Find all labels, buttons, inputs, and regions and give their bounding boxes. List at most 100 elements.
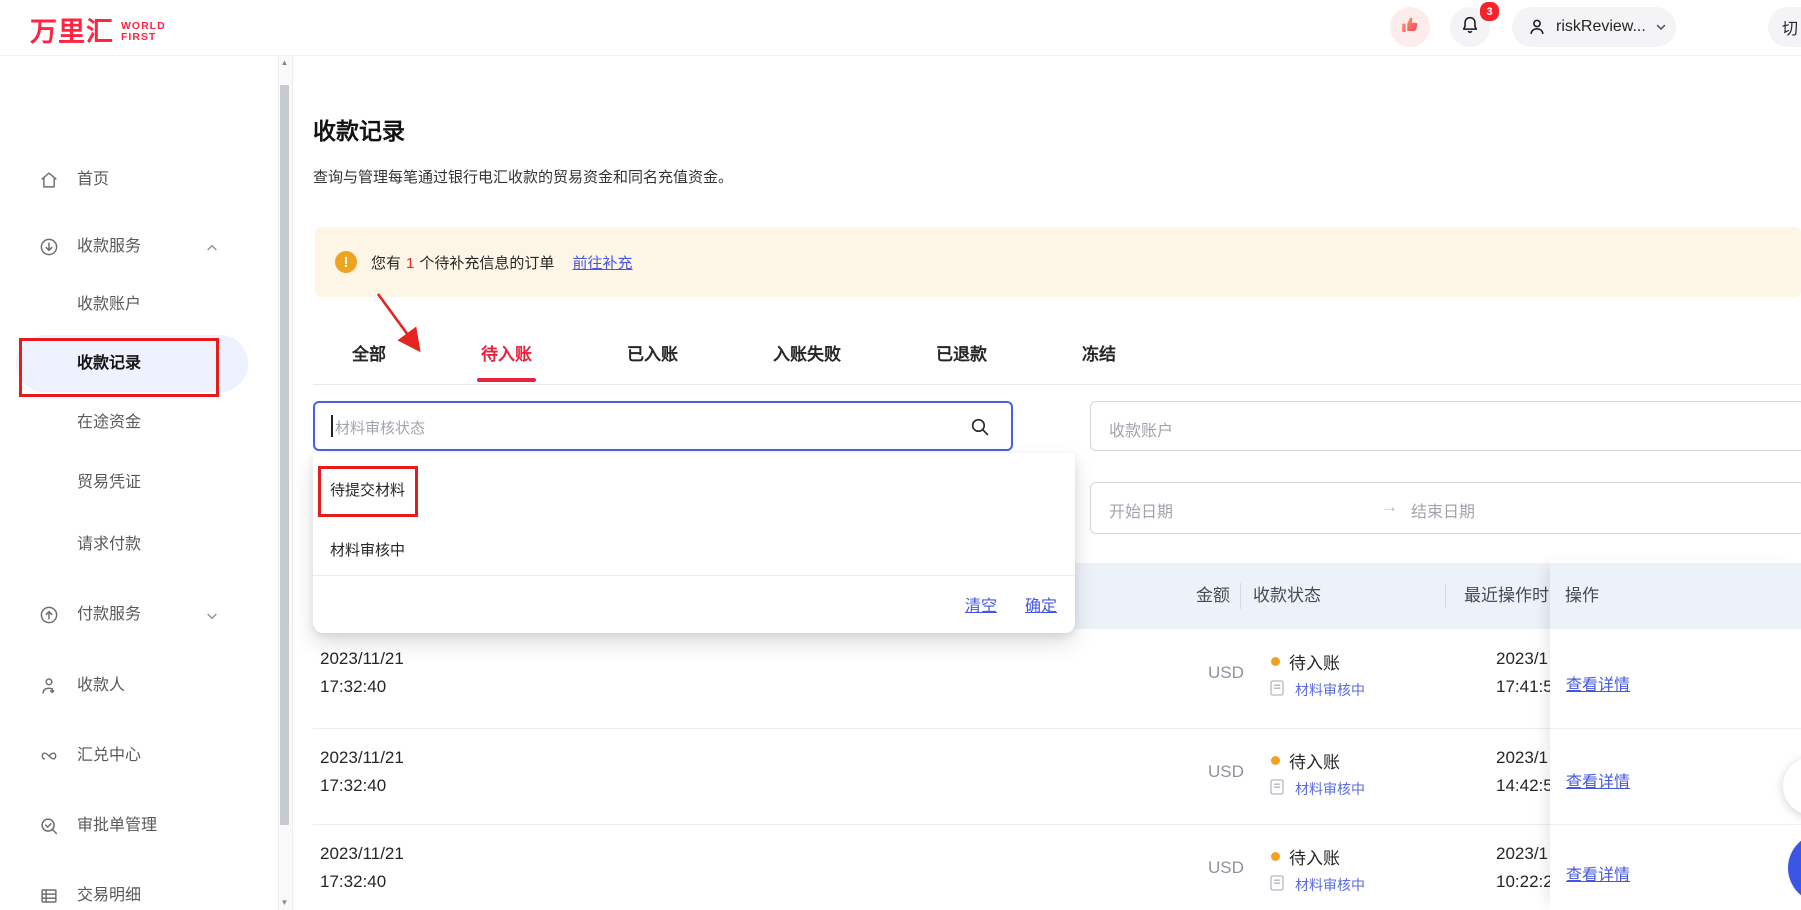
status-dot: [1271, 852, 1280, 861]
banner-text: 您有1个待补充信息的订单 前往补充: [371, 252, 633, 273]
tabs-divider: [313, 384, 1801, 385]
sidebar-item-payment-services[interactable]: 付款服务: [0, 593, 278, 637]
warning-icon: !: [335, 251, 357, 273]
clear-button[interactable]: 清空: [965, 592, 997, 616]
row-material-status[interactable]: 材料审核中: [1295, 779, 1365, 799]
user-name: riskReview...: [1556, 18, 1646, 36]
row-material-status[interactable]: 材料审核中: [1295, 875, 1365, 895]
bell-icon: [1459, 14, 1481, 41]
document-icon: [1270, 875, 1284, 891]
row-op-date: 2023/1: [1496, 649, 1548, 669]
redacted-area: [600, 666, 707, 688]
sidebar-item-approval-management[interactable]: 审批单管理: [0, 804, 278, 848]
header-divider: [1445, 583, 1446, 609]
row-time: 17:32:40: [320, 872, 386, 892]
sidebar-scrollbar[interactable]: ▲ ▼: [278, 55, 293, 910]
sidebar-item-funds-in-transit[interactable]: 在途资金: [0, 401, 278, 445]
tab-pending-credit[interactable]: 待入账: [481, 340, 532, 374]
row-status: 待入账: [1289, 844, 1340, 869]
end-date-placeholder: 结束日期: [1411, 498, 1475, 522]
chevron-down-icon: [204, 608, 220, 624]
tab-frozen[interactable]: 冻结: [1082, 340, 1116, 374]
switch-account-label: 切: [1782, 15, 1798, 39]
document-icon: [1270, 680, 1284, 696]
sidebar-item-home[interactable]: 首页: [0, 158, 278, 202]
redacted-area: [408, 653, 503, 683]
payment-services-icon: [38, 604, 60, 626]
app-screen: 万里汇 WORLDFIRST 3: [0, 0, 1801, 910]
user-menu[interactable]: riskReview...: [1512, 7, 1676, 47]
confirm-button[interactable]: 确定: [1025, 592, 1057, 616]
sidebar: 首页 收款服务 收款账户 收款记录 在途资金 贸易凭证 请求付款: [0, 55, 278, 910]
page-title: 收款记录: [313, 112, 405, 146]
tab-all[interactable]: 全部: [352, 340, 386, 374]
material-status-placeholder: 材料审核状态: [335, 417, 425, 438]
row-op-date: 2023/1: [1496, 844, 1548, 864]
pending-count: 1: [406, 255, 414, 272]
worldfirst-logo[interactable]: 万里汇 WORLDFIRST: [30, 10, 166, 49]
row-time: 17:32:40: [320, 677, 386, 697]
row-time: 17:32:40: [320, 776, 386, 796]
header-amount: 金额: [1150, 563, 1230, 629]
switch-account-button[interactable]: 切: [1768, 7, 1801, 47]
start-date-placeholder: 开始日期: [1109, 498, 1173, 522]
sidebar-item-trade-documents[interactable]: 贸易凭证: [0, 461, 278, 505]
material-status-combobox[interactable]: 材料审核状态: [313, 401, 1013, 451]
row-date: 2023/11/21: [320, 844, 404, 864]
status-dot: [1271, 756, 1280, 765]
row-status: 待入账: [1289, 748, 1340, 773]
row-op-time: 10:22:2: [1496, 872, 1553, 892]
document-icon: [1270, 779, 1284, 795]
view-details-link[interactable]: 查看详情: [1566, 768, 1630, 792]
logo-en-text: WORLDFIRST: [121, 21, 166, 43]
row-date: 2023/11/21: [320, 748, 404, 768]
collection-account-placeholder: 收款账户: [1109, 417, 1173, 441]
tab-refunded[interactable]: 已退款: [936, 340, 987, 374]
header-divider: [1240, 583, 1241, 609]
user-icon: [1526, 16, 1548, 38]
row-currency: USD: [1208, 663, 1244, 683]
sidebar-item-exchange-center[interactable]: 汇兑中心: [0, 734, 278, 778]
row-material-status[interactable]: 材料审核中: [1295, 680, 1365, 700]
dropdown-option-under-review[interactable]: 材料审核中: [313, 527, 1075, 571]
sidebar-item-collection-records[interactable]: 收款记录: [0, 342, 278, 386]
sidebar-item-collection-accounts[interactable]: 收款账户: [0, 283, 278, 327]
dropdown-option-pending-submit[interactable]: 待提交材料: [313, 467, 1075, 511]
row-op-time: 17:41:5: [1496, 677, 1553, 697]
pending-info-banner: ! 您有1个待补充信息的订单 前往补充: [315, 227, 1801, 297]
row-status: 待入账: [1289, 649, 1340, 674]
sidebar-item-request-payment[interactable]: 请求付款: [0, 523, 278, 567]
header-status: 收款状态: [1253, 563, 1321, 629]
scrollbar-thumb[interactable]: [280, 85, 289, 825]
exchange-icon: [38, 745, 60, 767]
status-dot: [1271, 657, 1280, 666]
date-range-input[interactable]: 开始日期 → 结束日期: [1090, 482, 1801, 534]
collection-services-icon: [38, 236, 60, 258]
collection-account-input[interactable]: 收款账户: [1090, 401, 1801, 451]
row-divider: [1550, 824, 1801, 825]
like-button[interactable]: [1390, 7, 1430, 47]
thumbs-up-icon: [1399, 14, 1421, 41]
swap-right-icon: →: [1381, 497, 1398, 517]
topbar: 万里汇 WORLDFIRST 3: [0, 0, 1801, 56]
search-icon: [969, 416, 991, 438]
row-divider: [1550, 728, 1801, 729]
logo-cn-text: 万里汇: [30, 10, 114, 49]
text-caret: [331, 415, 333, 437]
row-currency: USD: [1208, 762, 1244, 782]
scroll-up-icon[interactable]: ▲: [279, 58, 290, 67]
view-details-link[interactable]: 查看详情: [1566, 861, 1630, 885]
view-details-link[interactable]: 查看详情: [1566, 671, 1630, 695]
chevron-up-icon: [204, 240, 220, 256]
tab-credit-failed[interactable]: 入账失败: [773, 340, 841, 374]
notification-badge: 3: [1478, 0, 1501, 23]
sidebar-item-collection-services[interactable]: 收款服务: [0, 225, 278, 269]
row-date: 2023/11/21: [320, 649, 404, 669]
sidebar-item-payees[interactable]: 收款人: [0, 664, 278, 708]
payee-icon: [38, 675, 60, 697]
sidebar-item-transaction-details[interactable]: 交易明细: [0, 874, 278, 910]
scroll-down-icon[interactable]: ▼: [279, 898, 290, 907]
tab-credited[interactable]: 已入账: [627, 340, 678, 374]
go-supplement-link[interactable]: 前往补充: [573, 255, 633, 272]
material-status-dropdown: 待提交材料 材料审核中 清空 确定: [313, 453, 1075, 633]
